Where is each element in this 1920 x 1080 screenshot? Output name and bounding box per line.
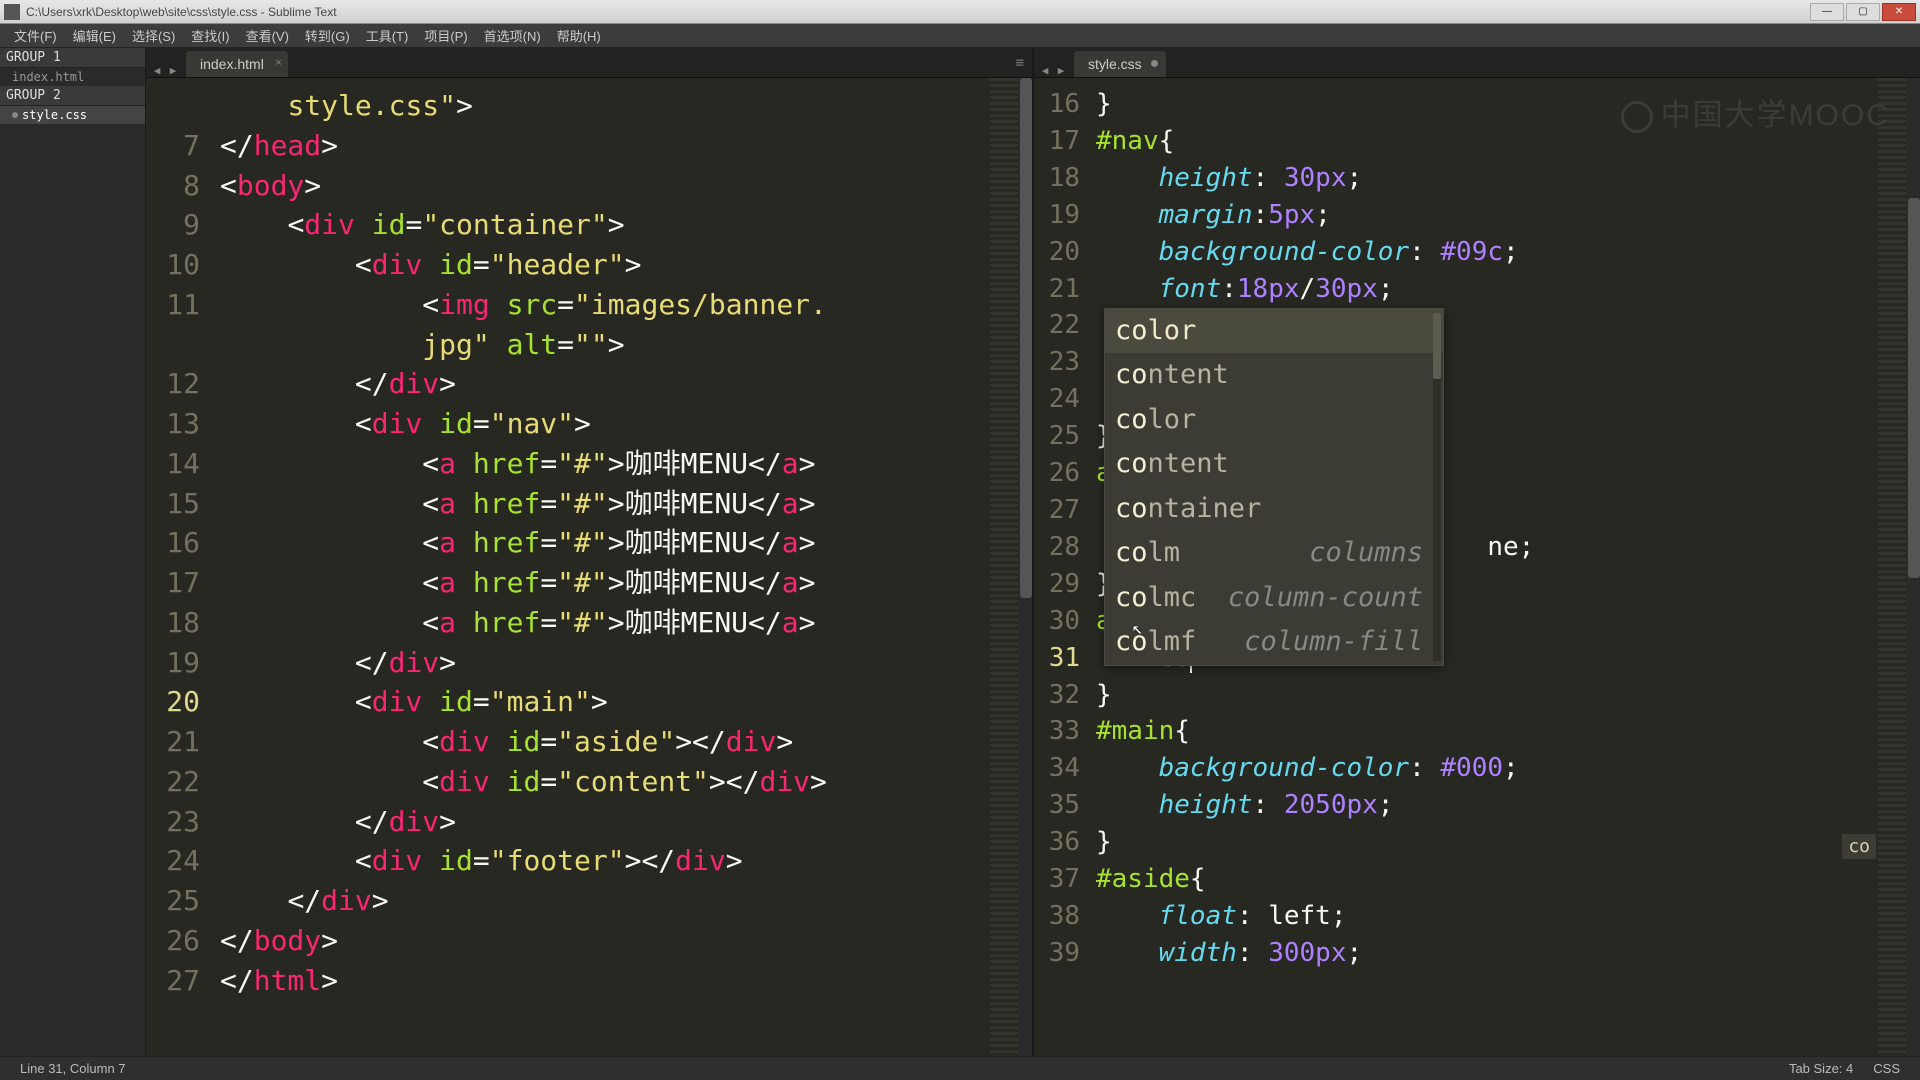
menu-item[interactable]: 文件(F) <box>6 24 65 47</box>
status-position[interactable]: Line 31, Column 7 <box>10 1061 136 1076</box>
main-area: GROUP 1 index.html GROUP 2 style.css ◀ ▶… <box>0 48 1920 1056</box>
autocomplete-item[interactable]: colmcolumns <box>1105 531 1443 575</box>
tab-next-icon[interactable]: ▶ <box>166 63 180 77</box>
mouse-cursor-icon: ↖ <box>1132 618 1143 639</box>
tab-label: index.html <box>200 56 264 72</box>
status-syntax[interactable]: CSS <box>1863 1061 1910 1076</box>
left-pane: ◀ ▶ index.html × ≡ 7891011 1213141516171… <box>146 48 1032 1056</box>
modified-dot-icon <box>12 112 18 118</box>
left-tab-bar: ◀ ▶ index.html × ≡ <box>146 48 1032 78</box>
autocomplete-item[interactable]: color <box>1105 309 1443 353</box>
menu-item[interactable]: 工具(T) <box>358 24 417 47</box>
menu-item[interactable]: 编辑(E) <box>65 24 124 47</box>
menu-item[interactable]: 选择(S) <box>124 24 183 47</box>
tab-next-icon[interactable]: ▶ <box>1054 63 1068 77</box>
menu-item[interactable]: 帮助(H) <box>549 24 609 47</box>
sidebar-file-label: style.css <box>22 108 87 122</box>
left-scrollbar[interactable] <box>1018 78 1032 1056</box>
watermark-logo-icon <box>1621 101 1653 133</box>
title-bar: C:\Users\xrk\Desktop\web\site\css\style.… <box>0 0 1920 24</box>
right-minimap[interactable] <box>1878 78 1906 1056</box>
tab-indexhtml[interactable]: index.html × <box>186 51 288 77</box>
autocomplete-popup[interactable]: colorcontentcolorcontentcontainercolmcol… <box>1104 308 1444 666</box>
modified-dot-icon <box>1151 60 1158 67</box>
group2-file-stylecss[interactable]: style.css <box>0 106 145 124</box>
autocomplete-item[interactable]: container <box>1105 487 1443 531</box>
menu-item[interactable]: 查找(I) <box>183 24 237 47</box>
right-scrollbar[interactable] <box>1906 78 1920 1056</box>
group1-file-indexhtml[interactable]: index.html <box>0 68 145 86</box>
maximize-button[interactable]: ▢ <box>1846 3 1880 21</box>
close-button[interactable]: ✕ <box>1882 3 1916 21</box>
right-tab-bar: ◀ ▶ style.css <box>1034 48 1920 78</box>
left-code[interactable]: style.css"></head><body> <div id="contai… <box>214 78 1032 1056</box>
status-tabsize[interactable]: Tab Size: 4 <box>1779 1061 1863 1076</box>
window-title: C:\Users\xrk\Desktop\web\site\css\style.… <box>26 5 337 19</box>
editor-panes: ◀ ▶ index.html × ≡ 7891011 1213141516171… <box>146 48 1920 1056</box>
autocomplete-item[interactable]: color <box>1105 398 1443 442</box>
menu-item[interactable]: 项目(P) <box>416 24 475 47</box>
left-gutter: 7891011 12131415161718192021222324252627 <box>146 78 214 1056</box>
tab-label: style.css <box>1088 56 1142 72</box>
left-minimap[interactable] <box>990 78 1018 1056</box>
right-editor[interactable]: 1617181920212223242526272829303132333435… <box>1034 78 1920 1056</box>
autocomplete-item[interactable]: content <box>1105 353 1443 397</box>
watermark-text: 中国大学MOOC <box>1661 99 1890 132</box>
autocomplete-item[interactable]: colmfcolumn-fill <box>1105 620 1443 664</box>
group-header-1[interactable]: GROUP 1 <box>0 48 145 68</box>
tab-prev-icon[interactable]: ◀ <box>150 63 164 77</box>
menu-item[interactable]: 转到(G) <box>297 24 358 47</box>
tab-close-icon[interactable]: × <box>275 57 281 69</box>
group-header-2[interactable]: GROUP 2 <box>0 86 145 106</box>
menu-item[interactable]: 查看(V) <box>238 24 297 47</box>
tab-prev-icon[interactable]: ◀ <box>1038 63 1052 77</box>
scroll-thumb[interactable] <box>1020 78 1032 598</box>
minimap-hint: co <box>1842 834 1876 859</box>
sidebar: GROUP 1 index.html GROUP 2 style.css <box>0 48 146 1056</box>
watermark: 中国大学MOOC <box>1621 90 1890 134</box>
menu-item[interactable]: 首选项(N) <box>476 24 549 47</box>
right-gutter: 1617181920212223242526272829303132333435… <box>1034 78 1090 1056</box>
left-editor[interactable]: 7891011 12131415161718192021222324252627… <box>146 78 1032 1056</box>
overflow-menu-icon[interactable]: ≡ <box>1008 49 1032 77</box>
sidebar-file-label: index.html <box>12 70 84 84</box>
app-icon <box>4 4 20 20</box>
tab-stylecss[interactable]: style.css <box>1074 51 1166 77</box>
minimize-button[interactable]: — <box>1810 3 1844 21</box>
autocomplete-item[interactable]: content <box>1105 442 1443 486</box>
right-pane: ◀ ▶ style.css 16171819202122232425262728… <box>1034 48 1920 1056</box>
status-bar: Line 31, Column 7 Tab Size: 4 CSS <box>0 1056 1920 1080</box>
autocomplete-item[interactable]: colmccolumn-count <box>1105 576 1443 620</box>
scroll-thumb[interactable] <box>1908 198 1920 578</box>
scroll-thumb[interactable] <box>1433 313 1441 379</box>
autocomplete-scrollbar[interactable] <box>1433 313 1441 661</box>
menu-bar: 文件(F)编辑(E)选择(S)查找(I)查看(V)转到(G)工具(T)项目(P)… <box>0 24 1920 48</box>
